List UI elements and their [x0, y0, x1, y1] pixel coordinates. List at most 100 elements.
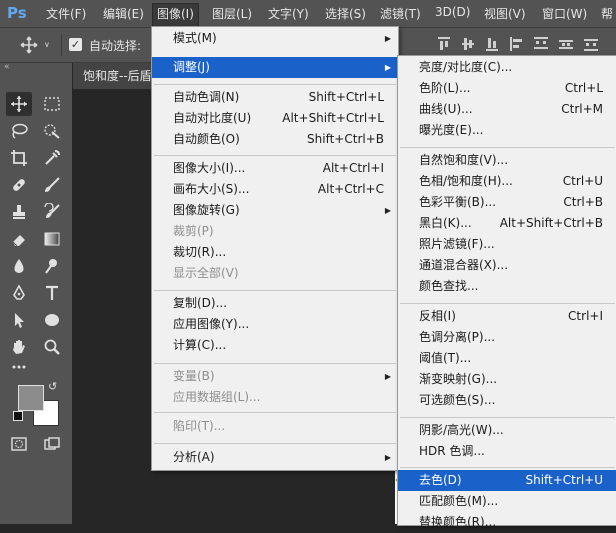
auto-select-checkbox[interactable]: ✓ — [69, 38, 82, 51]
swap-colors-icon[interactable]: ↺ — [48, 380, 57, 393]
align-top-icon[interactable] — [437, 36, 451, 55]
crop-tool-icon[interactable] — [6, 146, 32, 170]
quick-selection-tool-icon[interactable] — [39, 119, 65, 143]
eraser-tool-icon[interactable] — [6, 227, 32, 251]
lasso-tool-icon[interactable] — [6, 119, 32, 143]
image-menu-item[interactable]: 计算(C)... — [152, 335, 398, 356]
image-menu-item-shortcut: Alt+Shift+Ctrl+L — [282, 111, 384, 125]
menu-window[interactable]: 窗口(W) — [542, 5, 587, 22]
adjust-menu-item[interactable]: 渐变映射(G)... — [398, 369, 616, 390]
brush-tool-icon[interactable] — [39, 173, 65, 197]
image-menu-item[interactable]: 应用图像(Y)... — [152, 314, 398, 335]
adjust-menu-item[interactable]: 阈值(T)... — [398, 348, 616, 369]
adjust-menu-item-label: HDR 色调... — [419, 444, 485, 458]
image-menu-item-label: 裁切(R)... — [173, 245, 227, 259]
adjust-menu-item[interactable]: 曲线(U)... Ctrl+M — [398, 99, 616, 120]
adjust-menu-item-label: 可选颜色(S)... — [419, 393, 496, 407]
image-menu-item[interactable]: 自动色调(N) Shift+Ctrl+L — [152, 87, 398, 108]
image-menu-item-shortcut: Alt+Ctrl+C — [317, 182, 384, 196]
menu-type[interactable]: 文字(Y) — [268, 5, 309, 22]
path-selection-tool-icon[interactable] — [6, 308, 32, 332]
distribute-vcenter-icon[interactable] — [558, 36, 574, 55]
menu-separator — [154, 290, 396, 291]
image-menu-item[interactable]: 画布大小(S)... Alt+Ctrl+C — [152, 179, 398, 200]
pen-tool-icon[interactable] — [6, 281, 32, 305]
healing-brush-tool-icon[interactable] — [6, 173, 32, 197]
adjust-menu-item[interactable]: 色彩平衡(B)... Ctrl+B — [398, 192, 616, 213]
menu-3d[interactable]: 3D(D) — [435, 5, 470, 19]
document-tab[interactable]: 饱和度--后盾 — [73, 63, 163, 89]
image-menu-item[interactable]: 图像大小(I)... Alt+Ctrl+I — [152, 158, 398, 179]
image-menu-item[interactable]: 模式(M) ▶ — [152, 28, 398, 49]
quick-mask-icon[interactable] — [6, 432, 32, 456]
adjust-menu-item[interactable]: 曝光度(E)... — [398, 120, 616, 141]
align-vcenter-icon[interactable] — [461, 36, 475, 55]
image-menu-item: 陷印(T)... — [152, 416, 398, 437]
adjust-menu-item-shortcut: Ctrl+L — [564, 81, 603, 95]
adjust-menu-item[interactable]: 反相(I) Ctrl+I — [398, 306, 616, 327]
align-left-icon[interactable] — [509, 36, 523, 55]
adjust-menu-item[interactable]: 颜色查找... — [398, 276, 616, 297]
menu-layer[interactable]: 图层(L) — [212, 5, 252, 22]
type-tool-icon[interactable] — [39, 281, 65, 305]
image-menu-item[interactable]: 复制(D)... — [152, 293, 398, 314]
menu-edit[interactable]: 编辑(E) — [103, 5, 144, 22]
adjust-menu-item[interactable]: HDR 色调... — [398, 441, 616, 462]
image-menu-item[interactable]: 分析(A) ▶ — [152, 447, 398, 468]
clone-stamp-tool-icon[interactable] — [6, 200, 32, 224]
image-menu-item-label: 图像大小(I)... — [173, 161, 246, 175]
adjust-menu-item[interactable]: 色相/饱和度(H)... Ctrl+U — [398, 171, 616, 192]
adjust-menu-item[interactable]: 可选颜色(S)... — [398, 390, 616, 411]
move-tool-icon[interactable] — [6, 92, 32, 116]
gradient-tool-icon[interactable] — [39, 227, 65, 251]
default-colors-icon[interactable] — [13, 411, 23, 421]
adjust-menu-item[interactable]: 去色(D) Shift+Ctrl+U — [398, 470, 616, 491]
ellipse-tool-icon[interactable] — [39, 308, 65, 332]
more-tools-icon[interactable] — [6, 352, 32, 376]
menu-filter[interactable]: 滤镜(T) — [380, 5, 421, 22]
image-menu-item[interactable]: 自动颜色(O) Shift+Ctrl+B — [152, 129, 398, 150]
eyedropper-tool-icon[interactable] — [39, 146, 65, 170]
adjust-menu-item[interactable]: 黑白(K)... Alt+Shift+Ctrl+B — [398, 213, 616, 234]
zoom-tool-icon[interactable] — [39, 335, 65, 359]
adjust-menu-item-label: 黑白(K)... — [419, 216, 472, 230]
dodge-tool-icon[interactable] — [39, 254, 65, 278]
adjust-menu-item[interactable]: 替换颜色(R)... — [398, 512, 616, 533]
image-menu-item[interactable]: 自动对比度(U) Alt+Shift+Ctrl+L — [152, 108, 398, 129]
screen-mode-icon[interactable] — [39, 432, 65, 456]
menu-separator — [400, 303, 615, 304]
image-menu-item-label: 调整(J) — [173, 60, 210, 74]
adjust-menu-item[interactable]: 亮度/对比度(C)... — [398, 57, 616, 78]
move-tool-preset-icon[interactable] — [20, 36, 38, 57]
image-menu-item[interactable]: 图像旋转(G) ▶ — [152, 200, 398, 221]
distribute-bottom-icon[interactable] — [583, 36, 599, 55]
menu-select[interactable]: 选择(S) — [325, 5, 366, 22]
adjust-menu-item-label: 替换颜色(R)... — [419, 515, 497, 529]
panel-collapse-icon[interactable]: « — [4, 62, 10, 72]
adjust-menu-item-label: 颜色查找... — [419, 279, 479, 293]
adjust-menu-item[interactable]: 自然饱和度(V)... — [398, 150, 616, 171]
photoshop-logo: Ps — [7, 4, 27, 22]
image-menu-item: 应用数据组(L)... — [152, 387, 398, 408]
chevron-down-icon[interactable]: ∨ — [44, 40, 50, 49]
menu-view[interactable]: 视图(V) — [484, 5, 526, 22]
blur-tool-icon[interactable] — [6, 254, 32, 278]
image-menu-item-label: 自动颜色(O) — [173, 132, 240, 146]
image-menu-item[interactable]: 调整(J) ▶ — [152, 57, 398, 78]
adjust-menu-item[interactable]: 通道混合器(X)... — [398, 255, 616, 276]
submenu-arrow-icon: ▶ — [384, 372, 391, 381]
align-bottom-icon[interactable] — [485, 36, 499, 55]
foreground-color-swatch-front[interactable] — [18, 385, 44, 411]
adjust-menu-item[interactable]: 匹配颜色(M)... — [398, 491, 616, 512]
adjust-menu-item[interactable]: 色阶(L)... Ctrl+L — [398, 78, 616, 99]
menu-help[interactable]: 帮 — [601, 5, 613, 22]
image-menu-item[interactable]: 裁切(R)... — [152, 242, 398, 263]
menu-file[interactable]: 文件(F) — [46, 5, 86, 22]
adjust-menu-item[interactable]: 色调分离(P)... — [398, 327, 616, 348]
marquee-tool-icon[interactable] — [39, 92, 65, 116]
menu-image[interactable]: 图像(I) — [152, 3, 199, 26]
distribute-top-icon[interactable] — [533, 36, 549, 55]
history-brush-tool-icon[interactable] — [39, 200, 65, 224]
adjust-menu-item[interactable]: 照片滤镜(F)... — [398, 234, 616, 255]
adjust-menu-item[interactable]: 阴影/高光(W)... — [398, 420, 616, 441]
